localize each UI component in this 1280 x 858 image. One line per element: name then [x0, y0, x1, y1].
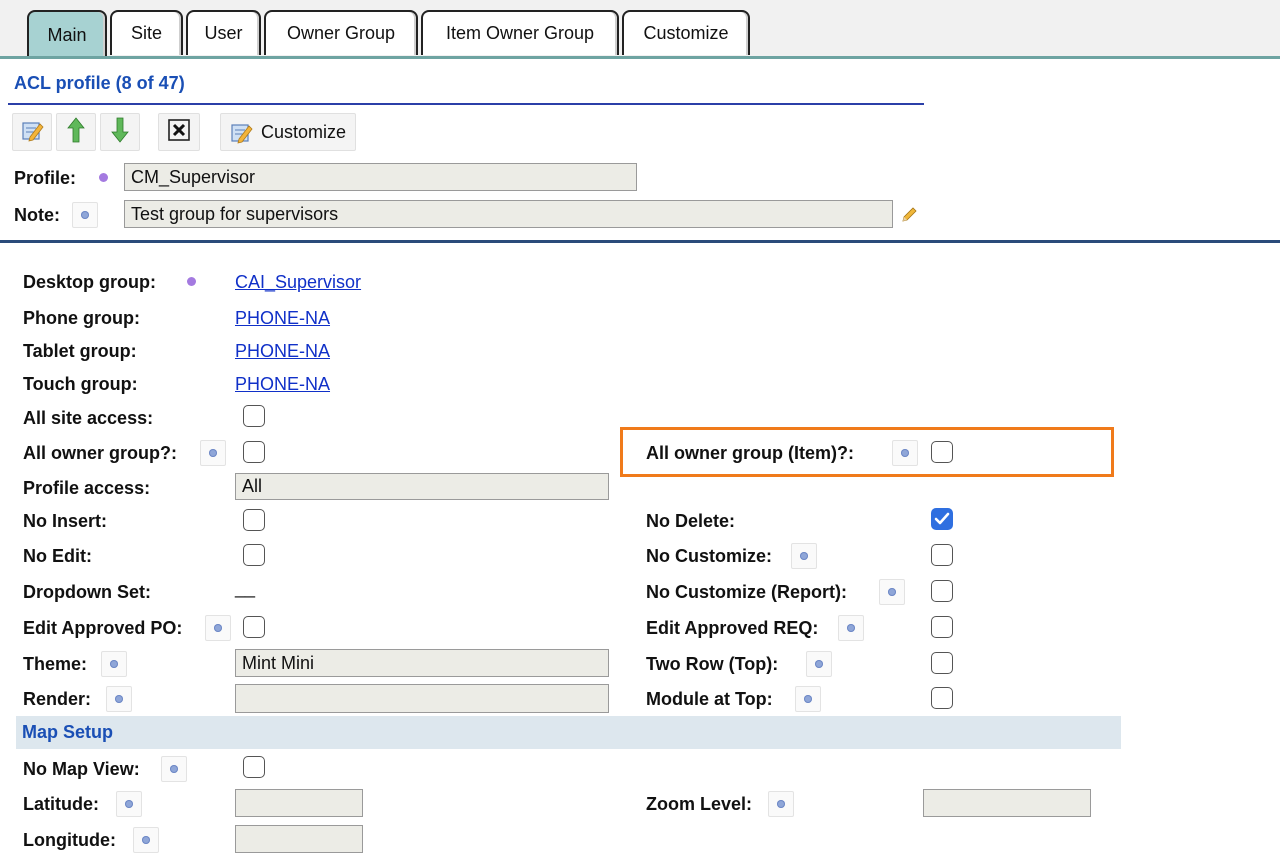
move-up-icon — [66, 116, 86, 148]
edit-approved-po-label: Edit Approved PO: — [23, 618, 183, 638]
all-owner-group-item-checkbox[interactable] — [931, 441, 953, 463]
zoom-level-input[interactable] — [923, 789, 1091, 817]
touch-group-label: Touch group: — [23, 374, 138, 394]
two-row-top-checkbox[interactable] — [931, 652, 953, 674]
note-label: Note: — [14, 205, 60, 225]
phone-group-link[interactable]: PHONE-NA — [235, 308, 330, 329]
edit-approved-req-label: Edit Approved REQ: — [646, 618, 819, 638]
latitude-info-icon[interactable] — [116, 791, 142, 817]
no-customize-checkbox[interactable] — [931, 544, 953, 566]
tab-underline — [0, 56, 1280, 59]
all-owner-group-item-label: All owner group (Item)?: — [646, 443, 854, 463]
move-down-button[interactable] — [100, 113, 140, 151]
no-insert-checkbox[interactable] — [243, 509, 265, 531]
theme-info-icon[interactable] — [101, 651, 127, 677]
page-title: ACL profile (8 of 47) — [14, 73, 185, 93]
two-row-top-info-icon[interactable] — [806, 651, 832, 677]
no-edit-checkbox[interactable] — [243, 544, 265, 566]
no-customize-report-info-icon[interactable] — [879, 579, 905, 605]
profile-input[interactable]: CM_Supervisor — [124, 163, 637, 191]
touch-group-link[interactable]: PHONE-NA — [235, 374, 330, 395]
desktop-group-label: Desktop group: — [23, 272, 156, 292]
tab-user[interactable]: User — [186, 10, 261, 55]
edit-approved-po-info-icon[interactable] — [205, 615, 231, 641]
no-delete-label: No Delete: — [646, 511, 736, 531]
dropdown-set-label: Dropdown Set: — [23, 582, 151, 602]
delete-icon — [168, 118, 190, 146]
profile-label: Profile: — [14, 168, 77, 188]
section-divider — [0, 240, 1280, 243]
required-dot-icon — [187, 277, 196, 286]
move-down-icon — [110, 117, 130, 148]
tab-site[interactable]: Site — [110, 10, 183, 55]
render-label: Render: — [23, 689, 92, 709]
required-dot-icon — [99, 173, 108, 182]
title-divider — [8, 103, 924, 105]
tab-item-owner-group[interactable]: Item Owner Group — [421, 10, 619, 55]
tab-customize[interactable]: Customize — [622, 10, 750, 55]
check-icon — [934, 512, 950, 525]
edit-approved-req-info-icon[interactable] — [838, 615, 864, 641]
map-setup-band — [16, 716, 1121, 749]
all-site-access-label: All site access: — [23, 408, 154, 428]
profile-access-input[interactable]: All — [235, 473, 609, 500]
no-edit-label: No Edit: — [23, 546, 92, 566]
tab-main[interactable]: Main — [27, 10, 107, 58]
zoom-level-info-icon[interactable] — [768, 791, 794, 817]
tablet-group-link[interactable]: PHONE-NA — [235, 341, 330, 362]
no-customize-label: No Customize: — [646, 546, 772, 566]
all-site-access-checkbox[interactable] — [243, 405, 265, 427]
no-customize-report-label: No Customize (Report): — [646, 582, 847, 602]
edit-button[interactable] — [12, 113, 52, 151]
delete-button[interactable] — [158, 113, 200, 151]
zoom-level-label: Zoom Level: — [646, 794, 753, 814]
no-insert-label: No Insert: — [23, 511, 108, 531]
all-owner-group-item-info-icon[interactable] — [892, 440, 918, 466]
edit-icon — [20, 118, 44, 147]
customize-button-label: Customize — [261, 121, 347, 142]
two-row-top-label: Two Row (Top): — [646, 654, 779, 674]
customize-button[interactable]: Customize — [220, 113, 356, 151]
profile-access-label: Profile access: — [23, 478, 151, 498]
no-map-view-checkbox[interactable] — [243, 756, 265, 778]
dropdown-set-value[interactable]: __ — [235, 578, 255, 599]
theme-input[interactable]: Mint Mini — [235, 649, 609, 677]
latitude-label: Latitude: — [23, 794, 99, 814]
module-at-top-info-icon[interactable] — [795, 686, 821, 712]
module-at-top-checkbox[interactable] — [931, 687, 953, 709]
no-customize-info-icon[interactable] — [791, 543, 817, 569]
no-delete-checkbox[interactable] — [931, 508, 953, 530]
map-setup-title: Map Setup — [22, 722, 114, 742]
desktop-group-link[interactable]: CAI_Supervisor — [235, 272, 361, 293]
tablet-group-label: Tablet group: — [23, 341, 137, 361]
latitude-input[interactable] — [235, 789, 363, 817]
edit-approved-req-checkbox[interactable] — [931, 616, 953, 638]
no-map-view-info-icon[interactable] — [161, 756, 187, 782]
all-owner-group-label: All owner group?: — [23, 443, 177, 463]
all-owner-group-info-icon[interactable] — [200, 440, 226, 466]
module-at-top-label: Module at Top: — [646, 689, 773, 709]
phone-group-label: Phone group: — [23, 308, 140, 328]
longitude-info-icon[interactable] — [133, 827, 159, 853]
theme-label: Theme: — [23, 654, 88, 674]
longitude-label: Longitude: — [23, 830, 116, 850]
tab-owner-group[interactable]: Owner Group — [264, 10, 418, 55]
render-info-icon[interactable] — [106, 686, 132, 712]
longitude-input[interactable] — [235, 825, 363, 853]
no-customize-report-checkbox[interactable] — [931, 580, 953, 602]
all-owner-group-checkbox[interactable] — [243, 441, 265, 463]
note-info-icon[interactable] — [72, 202, 98, 228]
customize-icon — [229, 120, 253, 144]
move-up-button[interactable] — [56, 113, 96, 151]
render-input[interactable] — [235, 684, 609, 713]
note-input[interactable]: Test group for supervisors — [124, 200, 893, 228]
pencil-icon[interactable] — [896, 202, 922, 228]
edit-approved-po-checkbox[interactable] — [243, 616, 265, 638]
no-map-view-label: No Map View: — [23, 759, 140, 779]
